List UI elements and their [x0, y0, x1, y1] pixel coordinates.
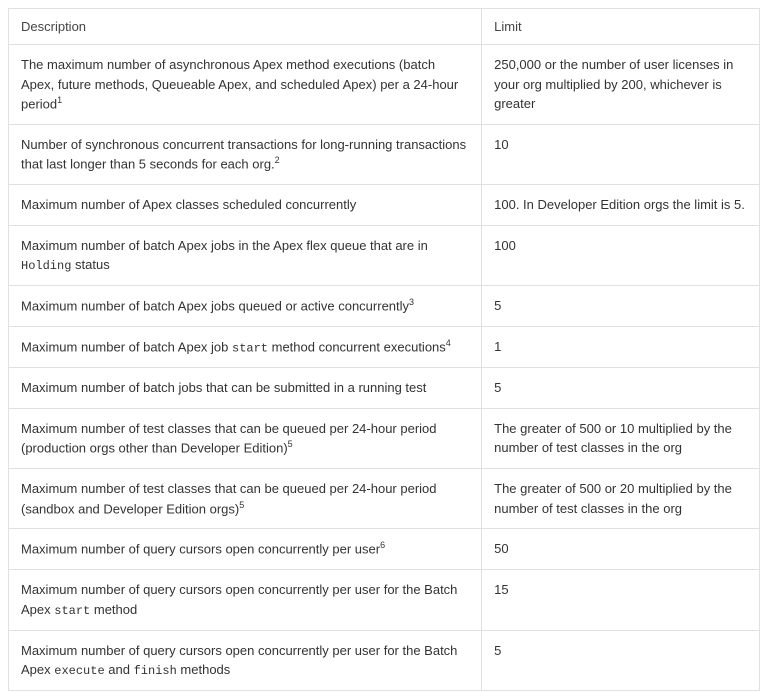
footnote-ref: 3 — [409, 297, 414, 307]
header-description: Description — [9, 9, 482, 45]
footnote-ref: 6 — [380, 540, 385, 550]
cell-description: Maximum number of query cursors open con… — [9, 570, 482, 631]
cell-limit: 5 — [482, 368, 760, 409]
table-header-row: Description Limit — [9, 9, 760, 45]
cell-limit: The greater of 500 or 20 multiplied by t… — [482, 469, 760, 529]
cell-limit: 5 — [482, 630, 760, 691]
cell-description: Maximum number of query cursors open con… — [9, 529, 482, 570]
cell-description: Maximum number of query cursors open con… — [9, 630, 482, 691]
cell-description: Maximum number of batch Apex job start m… — [9, 326, 482, 367]
cell-limit: 5 — [482, 286, 760, 327]
table-row: Number of synchronous concurrent transac… — [9, 124, 760, 184]
cell-limit: 100. In Developer Edition orgs the limit… — [482, 185, 760, 226]
table-row: Maximum number of query cursors open con… — [9, 529, 760, 570]
cell-limit: 10 — [482, 124, 760, 184]
header-limit: Limit — [482, 9, 760, 45]
code-literal: Holding — [21, 259, 71, 273]
cell-limit: The greater of 500 or 10 multiplied by t… — [482, 408, 760, 468]
table-body: The maximum number of asynchronous Apex … — [9, 45, 760, 691]
cell-limit: 250,000 or the number of user licenses i… — [482, 45, 760, 125]
cell-description: The maximum number of asynchronous Apex … — [9, 45, 482, 125]
table-row: Maximum number of Apex classes scheduled… — [9, 185, 760, 226]
table-row: Maximum number of batch Apex jobs queued… — [9, 286, 760, 327]
table-row: The maximum number of asynchronous Apex … — [9, 45, 760, 125]
code-literal: finish — [134, 664, 177, 678]
footnote-ref: 4 — [446, 338, 451, 348]
footnote-ref: 5 — [288, 439, 293, 449]
footnote-ref: 2 — [275, 155, 280, 165]
cell-description: Maximum number of batch jobs that can be… — [9, 368, 482, 409]
cell-limit: 100 — [482, 225, 760, 286]
table-row: Maximum number of batch Apex jobs in the… — [9, 225, 760, 286]
footnote-ref: 1 — [57, 95, 62, 105]
cell-limit: 15 — [482, 570, 760, 631]
table-row: Maximum number of test classes that can … — [9, 469, 760, 529]
cell-description: Maximum number of test classes that can … — [9, 408, 482, 468]
cell-description: Maximum number of batch Apex jobs in the… — [9, 225, 482, 286]
code-literal: start — [232, 341, 268, 355]
table-row: Maximum number of query cursors open con… — [9, 630, 760, 691]
table-row: Maximum number of batch jobs that can be… — [9, 368, 760, 409]
cell-description: Maximum number of test classes that can … — [9, 469, 482, 529]
limits-table: Description Limit The maximum number of … — [8, 8, 760, 691]
code-literal: execute — [54, 664, 104, 678]
cell-description: Number of synchronous concurrent transac… — [9, 124, 482, 184]
cell-limit: 50 — [482, 529, 760, 570]
table-row: Maximum number of batch Apex job start m… — [9, 326, 760, 367]
cell-description: Maximum number of Apex classes scheduled… — [9, 185, 482, 226]
cell-description: Maximum number of batch Apex jobs queued… — [9, 286, 482, 327]
cell-limit: 1 — [482, 326, 760, 367]
table-row: Maximum number of test classes that can … — [9, 408, 760, 468]
code-literal: start — [54, 604, 90, 618]
footnote-ref: 5 — [239, 500, 244, 510]
table-row: Maximum number of query cursors open con… — [9, 570, 760, 631]
